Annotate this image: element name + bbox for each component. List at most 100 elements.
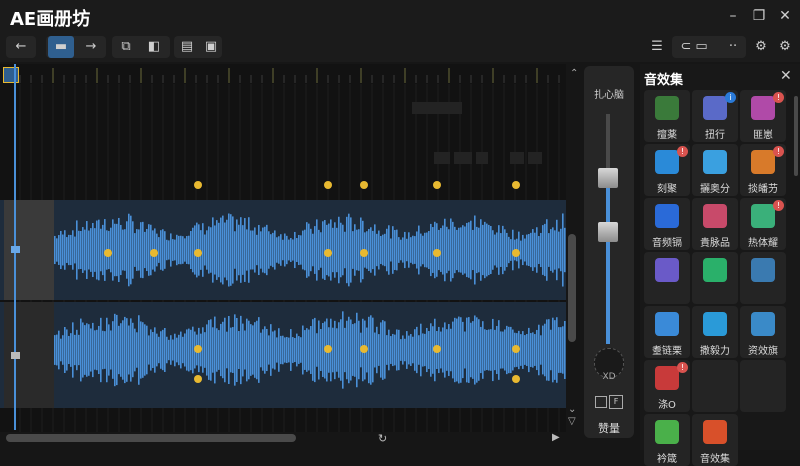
fader-knob[interactable] — [598, 168, 618, 188]
keyframe-dot[interactable] — [360, 345, 368, 353]
keyframe-dot[interactable] — [360, 181, 368, 189]
effect-label: 攦奥分 — [700, 184, 730, 195]
placeholder-block — [434, 152, 450, 164]
placeholder-block — [476, 152, 488, 164]
close-icon[interactable]: ✕ — [776, 7, 794, 25]
effect-item[interactable]: 撒毅力 — [692, 306, 738, 358]
effect-label: 貴脉品 — [700, 238, 730, 249]
expand-icon[interactable]: ▽ — [568, 416, 576, 427]
keyframe-dot[interactable] — [324, 181, 332, 189]
brush-icon — [655, 366, 679, 390]
keyframe-dot[interactable] — [194, 375, 202, 383]
track-volume-handle[interactable] — [11, 246, 20, 253]
effect-label: 热体耀 — [748, 238, 778, 249]
effect-item[interactable]: 貴脉品 — [692, 198, 738, 250]
keyframe-dot[interactable] — [194, 181, 202, 189]
effect-label: 资效旗 — [748, 346, 778, 357]
network-icon — [751, 312, 775, 336]
toolbar: ← ▬ → ⧉ ◧ ▤ ▣ ☰ ⊂ ▭ ·· ⚙ ⚙ — [0, 33, 800, 62]
fader-fill — [606, 184, 610, 344]
waveform — [54, 213, 566, 389]
keyframe-dot[interactable] — [433, 249, 441, 257]
toggle-icon[interactable]: ⊂ ▭ — [676, 36, 712, 58]
volume-panel: 扎心脑 XD F 赞量 — [584, 66, 634, 438]
effect-item[interactable]: 音效集 — [692, 414, 738, 466]
placeholder-blocks — [434, 152, 544, 166]
effect-item[interactable] — [644, 252, 690, 304]
rocket-icon — [751, 150, 775, 174]
more-icon[interactable]: ·· — [720, 36, 746, 58]
check-label[interactable]: F — [609, 395, 623, 409]
effect-item[interactable]: ! 热体耀 — [740, 198, 786, 250]
effect-item[interactable]: ! 涤O — [644, 360, 690, 412]
copy-icon[interactable]: ▤ — [174, 36, 200, 58]
keyframe-dot[interactable] — [512, 181, 520, 189]
keyframe-dot[interactable] — [512, 345, 520, 353]
diamond-icon — [655, 312, 679, 336]
menu-icon[interactable]: ☰ — [644, 36, 670, 58]
effect-label: 音频镉 — [652, 238, 682, 249]
effect-item[interactable]: 擅薬 — [644, 90, 690, 142]
effect-item[interactable]: 攦奥分 — [692, 144, 738, 196]
fader-knob[interactable] — [598, 222, 618, 242]
keyframe-dot[interactable] — [104, 249, 112, 257]
effect-item[interactable]: 衿箴 — [644, 414, 690, 466]
refresh-icon[interactable]: ↻ — [378, 432, 387, 445]
back-arrow-icon[interactable]: ← — [8, 36, 34, 58]
keyframe-dot[interactable] — [324, 249, 332, 257]
keyframe-dot[interactable] — [194, 249, 202, 257]
keyframe-dot[interactable] — [433, 181, 441, 189]
forward-arrow-icon[interactable]: → — [78, 36, 104, 58]
split-icon[interactable]: ◧ — [141, 36, 167, 58]
close-icon[interactable]: ✕ — [780, 68, 792, 84]
effect-item[interactable]: 耋链栗 — [644, 306, 690, 358]
effect-item[interactable] — [692, 252, 738, 304]
scroll-down-icon[interactable]: ⌄ — [568, 404, 576, 415]
play-icon[interactable]: ▶ — [552, 432, 560, 443]
effect-item[interactable] — [740, 252, 786, 304]
vertical-scrollbar[interactable] — [568, 234, 576, 342]
select-tool-icon[interactable]: ▬ — [48, 36, 74, 58]
keyframe-dot[interactable] — [150, 249, 158, 257]
puzzle-icon — [703, 204, 727, 228]
keyframe-dot[interactable] — [324, 345, 332, 353]
badge: ! — [773, 200, 784, 211]
checkbox[interactable] — [595, 396, 607, 408]
placeholder-block — [528, 152, 542, 164]
gem-icon — [751, 96, 775, 120]
minimize-icon[interactable]: – — [724, 7, 742, 25]
effect-label: 撒毅力 — [700, 346, 730, 357]
scroll-up-icon[interactable]: ⌃ — [570, 68, 578, 79]
timeline-ruler[interactable] — [0, 64, 566, 85]
effect-item[interactable]: 资效旗 — [740, 306, 786, 358]
effects-scrollbar[interactable] — [794, 96, 798, 176]
keyframe-dot[interactable] — [194, 345, 202, 353]
badge: i — [725, 92, 736, 103]
timeline-marker-icon[interactable] — [3, 67, 19, 83]
effect-item[interactable]: i 扭行 — [692, 90, 738, 142]
title-bar — [0, 0, 800, 33]
settings-icon[interactable]: ⚙ — [748, 36, 774, 58]
effect-label: 擅薬 — [657, 130, 677, 141]
keyframe-dot[interactable] — [360, 249, 368, 257]
keyframe-dot[interactable] — [512, 249, 520, 257]
keyframe-dot[interactable] — [433, 345, 441, 353]
restore-icon[interactable]: ❐ — [750, 7, 768, 25]
effect-item[interactable]: ! 刻聚 — [644, 144, 690, 196]
effect-item[interactable] — [692, 360, 738, 412]
effect-item[interactable] — [740, 360, 786, 412]
paste-icon[interactable]: ▣ — [198, 36, 224, 58]
track-volume-handle[interactable] — [11, 352, 20, 359]
effect-item[interactable]: ! 掞皤芀 — [740, 144, 786, 196]
effect-label: 扭行 — [705, 130, 725, 141]
gear-icon[interactable]: ⚙ — [772, 36, 798, 58]
placeholder-block — [510, 152, 524, 164]
app-title: AE画册坊 — [10, 9, 91, 30]
ruler-ticks — [19, 68, 560, 83]
effect-item[interactable]: 音频镉 — [644, 198, 690, 250]
keyframe-dot[interactable] — [512, 375, 520, 383]
effect-item[interactable]: ! 匪崽 — [740, 90, 786, 142]
download-icon — [655, 204, 679, 228]
crop-icon[interactable]: ⧉ — [113, 36, 139, 58]
horizontal-scrollbar[interactable] — [6, 434, 296, 442]
